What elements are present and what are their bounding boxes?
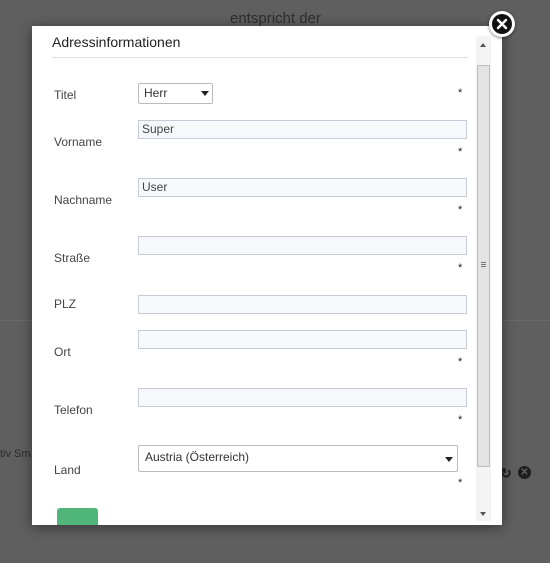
modal-title: Adressinformationen bbox=[52, 34, 468, 58]
plz-field[interactable] bbox=[138, 295, 467, 314]
vorname-label: Vorname bbox=[54, 135, 103, 149]
scrollbar-grip bbox=[481, 264, 486, 265]
background-remove-icon: ✕ bbox=[518, 466, 531, 479]
strasse-required-marker: * bbox=[458, 262, 463, 274]
strasse-label: Straße bbox=[54, 251, 91, 265]
scrollbar-grip bbox=[481, 262, 486, 263]
titel-label: Titel bbox=[54, 88, 77, 102]
chevron-down-icon bbox=[445, 457, 453, 462]
close-button[interactable] bbox=[489, 11, 515, 37]
close-icon bbox=[492, 14, 512, 34]
plz-label: PLZ bbox=[54, 297, 77, 311]
modal-scrollbar[interactable] bbox=[476, 36, 491, 521]
vorname-required-marker: * bbox=[458, 146, 463, 158]
ort-label: Ort bbox=[54, 345, 71, 359]
vorname-field[interactable]: Super bbox=[138, 120, 467, 139]
land-required-marker: * bbox=[458, 477, 463, 489]
land-label: Land bbox=[54, 463, 81, 477]
nachname-label: Nachname bbox=[54, 193, 113, 207]
ort-required-marker: * bbox=[458, 356, 463, 368]
background-left-text: tiv Sm bbox=[0, 448, 31, 460]
land-selected-value: Austria (Österreich) bbox=[145, 450, 250, 464]
telefon-field[interactable] bbox=[138, 388, 467, 407]
land-select[interactable]: Austria (Österreich) bbox=[138, 445, 458, 472]
telefon-label: Telefon bbox=[54, 403, 93, 417]
nachname-required-marker: * bbox=[458, 204, 463, 216]
titel-select[interactable]: Herr bbox=[138, 83, 213, 104]
scrollbar-thumb[interactable] bbox=[477, 65, 490, 467]
scrollbar-grip bbox=[481, 266, 486, 267]
nachname-field[interactable]: User bbox=[138, 178, 467, 197]
titel-required-marker: * bbox=[458, 87, 463, 99]
chevron-down-icon bbox=[201, 91, 209, 96]
titel-selected-value: Herr bbox=[144, 86, 168, 100]
strasse-field[interactable] bbox=[138, 236, 467, 255]
background-heading-text: entspricht der bbox=[230, 10, 321, 27]
telefon-required-marker: * bbox=[458, 414, 463, 426]
arrow-down-icon[interactable] bbox=[480, 512, 486, 516]
address-modal: Adressinformationen Titel Herr * Vorname… bbox=[32, 26, 502, 525]
modal-content: Adressinformationen Titel Herr * Vorname… bbox=[32, 26, 490, 525]
ort-field[interactable] bbox=[138, 330, 467, 349]
submit-button[interactable] bbox=[57, 508, 98, 525]
arrow-up-icon[interactable] bbox=[480, 43, 486, 47]
